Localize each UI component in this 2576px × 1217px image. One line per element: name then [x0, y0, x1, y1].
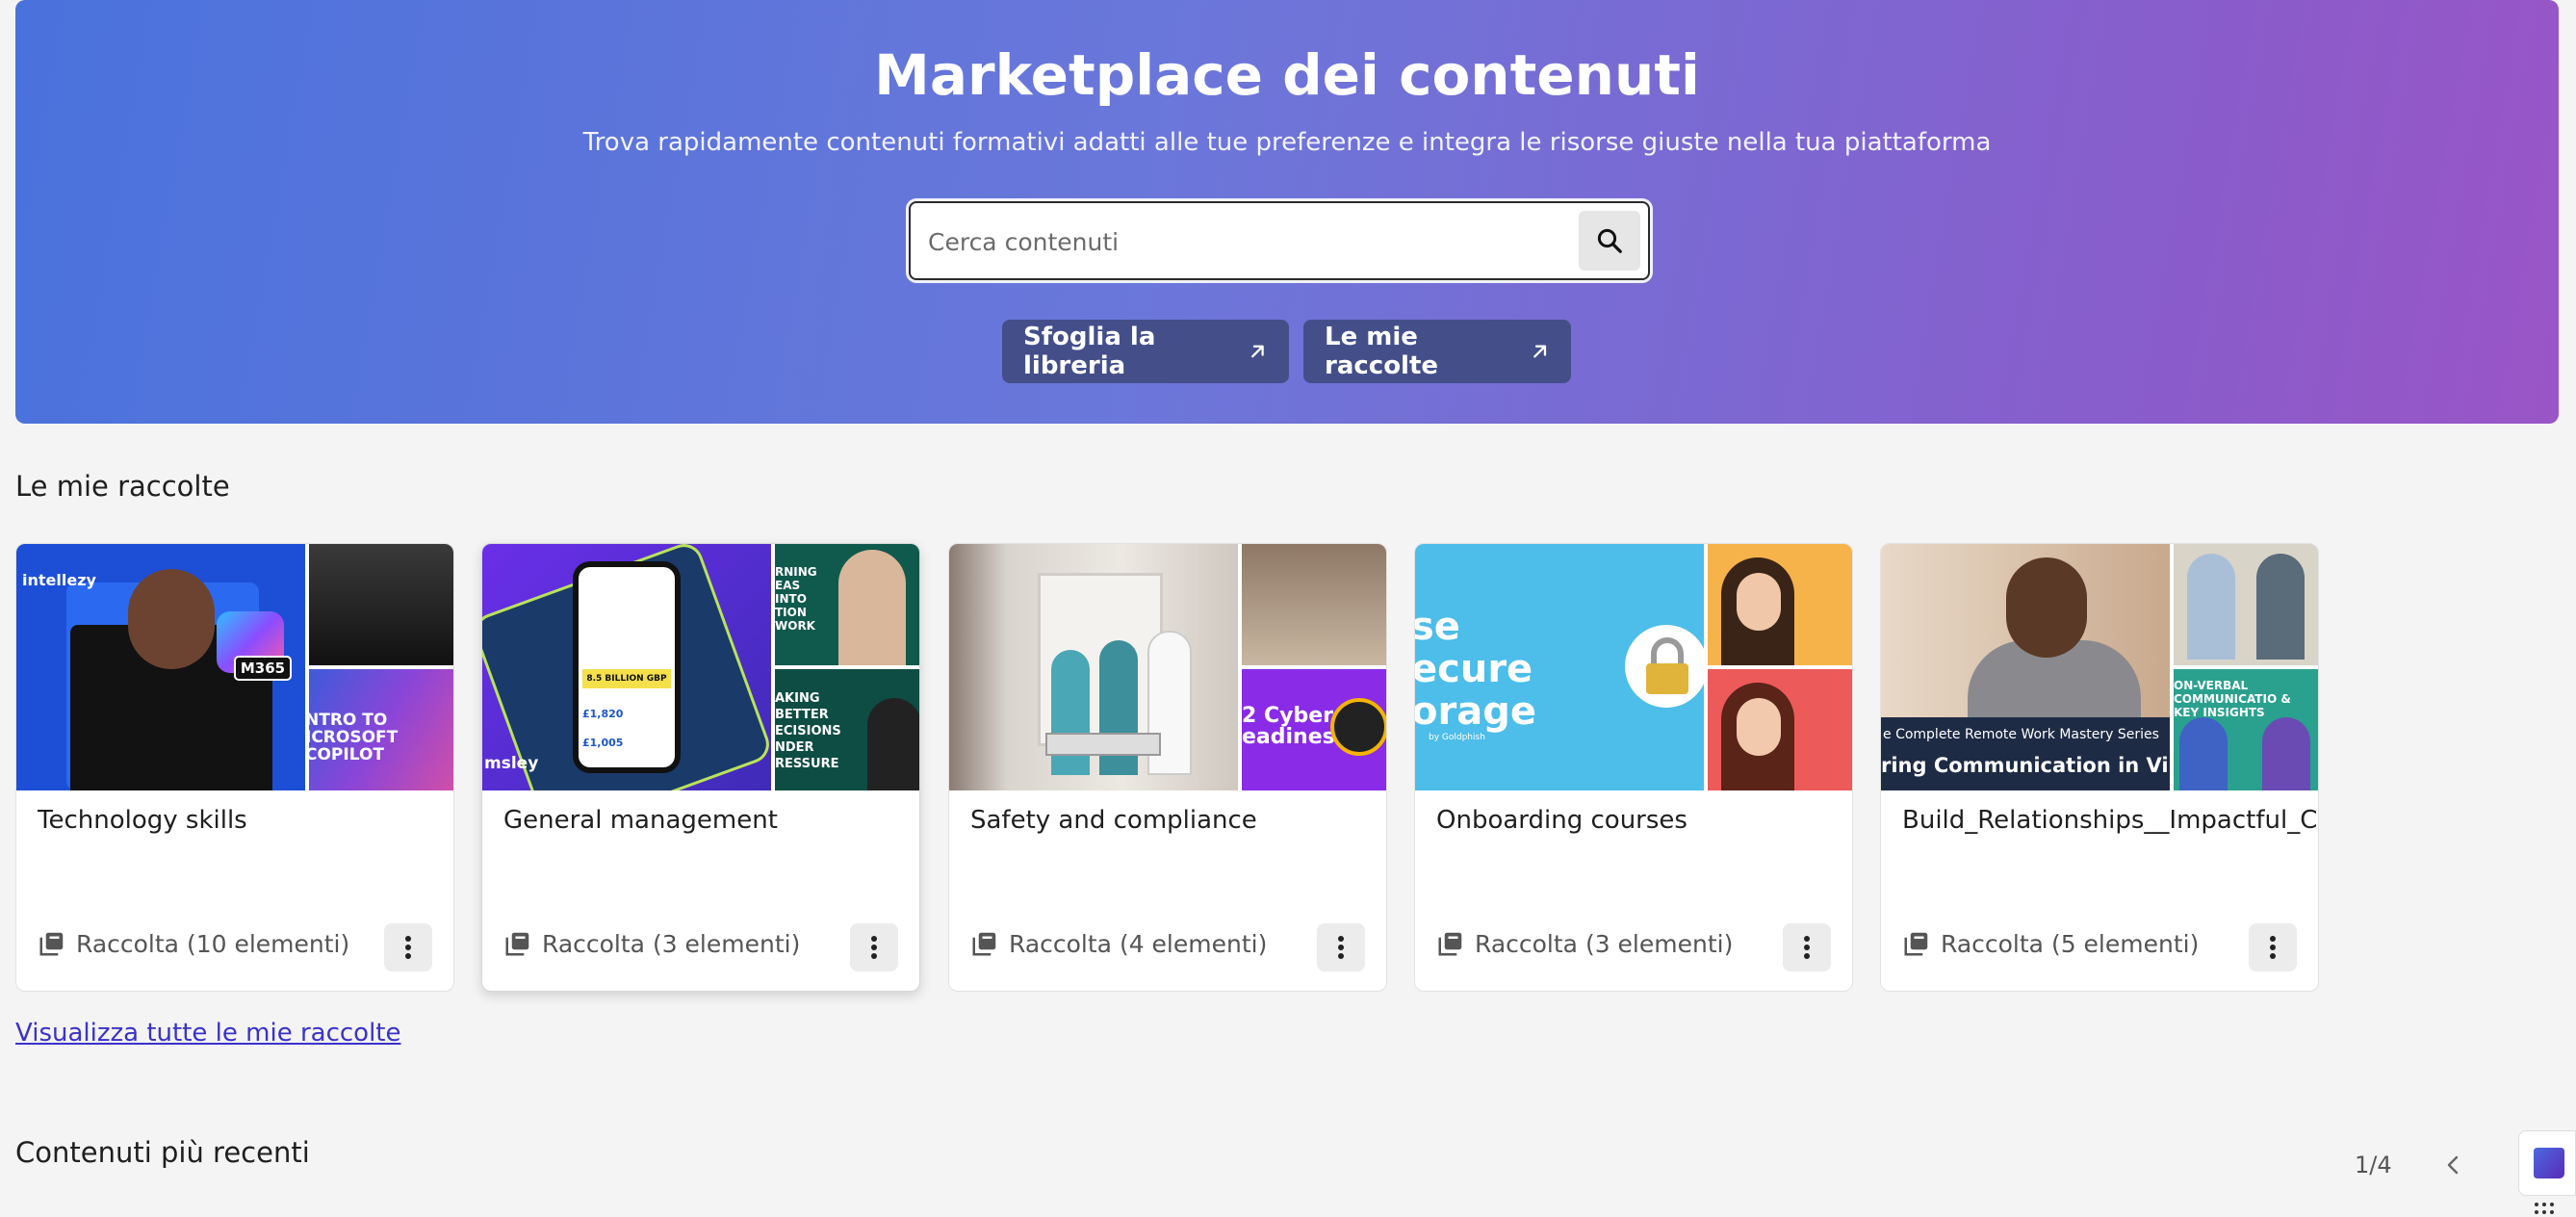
thumbnail-image: NTRO TO ICROSOFT COPILOT: [309, 669, 453, 790]
collections-section-title: Le mie raccolte: [15, 470, 230, 503]
collection-thumbnails: 8.5 BILLION GBP £1,820 £1,005 msley RNIN…: [482, 544, 919, 790]
thumbnail-caption: AKING BETTER ECISIONS NDER RESSURE: [775, 691, 841, 771]
thumbnail-logo-text: intellezy: [22, 571, 96, 589]
collection-title: Build_Relationships__Impactful_Com: [1902, 806, 2319, 835]
thumbnail-image: AKING BETTER ECISIONS NDER RESSURE: [775, 669, 919, 790]
page-indicator: 1/4: [2355, 1152, 2392, 1178]
collection-count: Raccolta (3 elementi): [542, 929, 801, 958]
thumbnail-caption: RNING EAS INTO TION WORK: [775, 565, 817, 633]
collection-count: Raccolta (3 elementi): [1475, 929, 1734, 958]
thumbnail-image: 2 Cyber eadiness: [1242, 669, 1386, 790]
kebab-menu-icon: [2270, 936, 2276, 959]
thumbnail-image: e Complete Remote Work Mastery Series ri…: [1881, 544, 2170, 790]
collection-thumbnails: M365 intellezy NTRO TO ICROSOFT COPILOT: [16, 544, 453, 790]
kebab-menu-icon: [1338, 936, 1344, 959]
view-all-collections-link[interactable]: Visualizza tutte le mie raccolte: [15, 1019, 401, 1048]
app-logo-icon: [2534, 1148, 2564, 1178]
chevron-left-icon: [2447, 1155, 2459, 1175]
thumbnail-caption: ON-VERBAL COMMUNICATIO & KEY INSIGHTS: [2174, 679, 2291, 719]
thumbnail-image: [2174, 544, 2318, 665]
kebab-menu-icon: [405, 936, 411, 959]
kebab-menu-icon: [871, 936, 877, 959]
library-icon: [1438, 932, 1462, 956]
collection-card[interactable]: 8.5 BILLION GBP £1,820 £1,005 msley RNIN…: [481, 543, 920, 992]
collection-meta: Raccolta (4 elementi): [970, 929, 1267, 958]
collection-meta: Raccolta (10 elementi): [38, 929, 349, 958]
collection-thumbnails: 2 Cyber eadiness: [949, 544, 1386, 790]
assistant-widget-button[interactable]: [2518, 1130, 2576, 1196]
thumbnail-logo-text: msley: [484, 754, 539, 773]
search-input[interactable]: [928, 220, 1544, 263]
search-box: [909, 201, 1650, 280]
search-button[interactable]: [1579, 211, 1640, 271]
arrow-up-right-icon: [1533, 345, 1546, 358]
collection-card[interactable]: 2 Cyber eadiness Safety and compliance R…: [948, 543, 1387, 992]
browse-library-label: Sfoglia la libreria: [1023, 323, 1156, 380]
search-icon: [1597, 228, 1622, 253]
collection-count: Raccolta (10 elementi): [76, 929, 350, 958]
library-icon: [39, 932, 64, 956]
padlock-icon: [1646, 637, 1688, 694]
library-icon: [1904, 932, 1928, 956]
thumbnail-caption: £1,005: [582, 737, 624, 749]
thumbnail-caption: e Complete Remote Work Mastery Series: [1883, 727, 2159, 742]
page-title: Marketplace dei contenuti: [874, 42, 1700, 108]
thumbnail-image: [949, 544, 1238, 790]
more-options-button[interactable]: [850, 923, 898, 971]
library-icon: [505, 932, 529, 956]
thumbnail-caption: 8.5 BILLION GBP: [582, 669, 671, 688]
thumbnail-image: [1708, 544, 1852, 665]
my-collections-label: Le mie raccolte: [1325, 323, 1439, 380]
collection-meta: Raccolta (3 elementi): [503, 929, 800, 958]
collection-title: Onboarding courses: [1436, 806, 1687, 835]
collection-thumbnails: se ecure orage by Goldphish: [1415, 544, 1852, 790]
thumbnail-image: [1242, 544, 1386, 665]
kebab-menu-icon: [1804, 936, 1810, 959]
thumbnail-image: RNING EAS INTO TION WORK: [775, 544, 919, 665]
thumbnail-image: [1708, 669, 1852, 790]
thumbnail-caption: NTRO TO ICROSOFT COPILOT: [309, 711, 399, 764]
more-options-button[interactable]: [384, 923, 432, 971]
m365-badge: M365: [234, 656, 292, 681]
thumbnail-image: ON-VERBAL COMMUNICATIO & KEY INSIGHTS: [2174, 669, 2318, 790]
browse-library-button[interactable]: Sfoglia la libreria: [1002, 320, 1289, 383]
more-options-button[interactable]: [1783, 923, 1831, 971]
collection-meta: Raccolta (3 elementi): [1436, 929, 1733, 958]
thumbnail-caption: se ecure orage: [1415, 605, 1536, 734]
collection-card[interactable]: M365 intellezy NTRO TO ICROSOFT COPILOT …: [15, 543, 454, 992]
recent-section-title: Contenuti più recenti: [15, 1136, 310, 1169]
collection-count: Raccolta (4 elementi): [1009, 929, 1268, 958]
collection-count: Raccolta (5 elementi): [1941, 929, 2200, 958]
thumbnail-image: se ecure orage by Goldphish: [1415, 544, 1704, 790]
collection-card[interactable]: se ecure orage by Goldphish Onboarding c…: [1414, 543, 1853, 992]
my-collections-button[interactable]: Le mie raccolte: [1303, 320, 1571, 383]
apps-grid-icon[interactable]: [2534, 1202, 2557, 1217]
thumbnail-caption: by Goldphish: [1429, 733, 1485, 742]
collection-card[interactable]: e Complete Remote Work Mastery Series ri…: [1880, 543, 2319, 992]
library-icon: [972, 932, 996, 956]
hero-subtitle: Trova rapidamente contenuti formativi ad…: [582, 128, 1992, 157]
collection-meta: Raccolta (5 elementi): [1902, 929, 2199, 958]
collection-title: Technology skills: [38, 806, 247, 835]
thumbnail-image: M365 intellezy: [16, 544, 305, 790]
thumbnail-caption: ring Communication in Virtual T: [1881, 754, 2170, 777]
thumbnail-caption: £1,820: [582, 708, 624, 720]
collection-title: General management: [503, 806, 778, 835]
previous-page-button[interactable]: [2435, 1146, 2470, 1184]
collection-thumbnails: e Complete Remote Work Mastery Series ri…: [1881, 544, 2318, 790]
collection-title: Safety and compliance: [970, 806, 1257, 835]
thumbnail-image: 8.5 BILLION GBP £1,820 £1,005 msley: [482, 544, 771, 790]
more-options-button[interactable]: [1317, 923, 1365, 971]
thumbnail-image: [309, 544, 453, 665]
more-options-button[interactable]: [2249, 923, 2297, 971]
arrow-up-right-icon: [1251, 345, 1264, 358]
